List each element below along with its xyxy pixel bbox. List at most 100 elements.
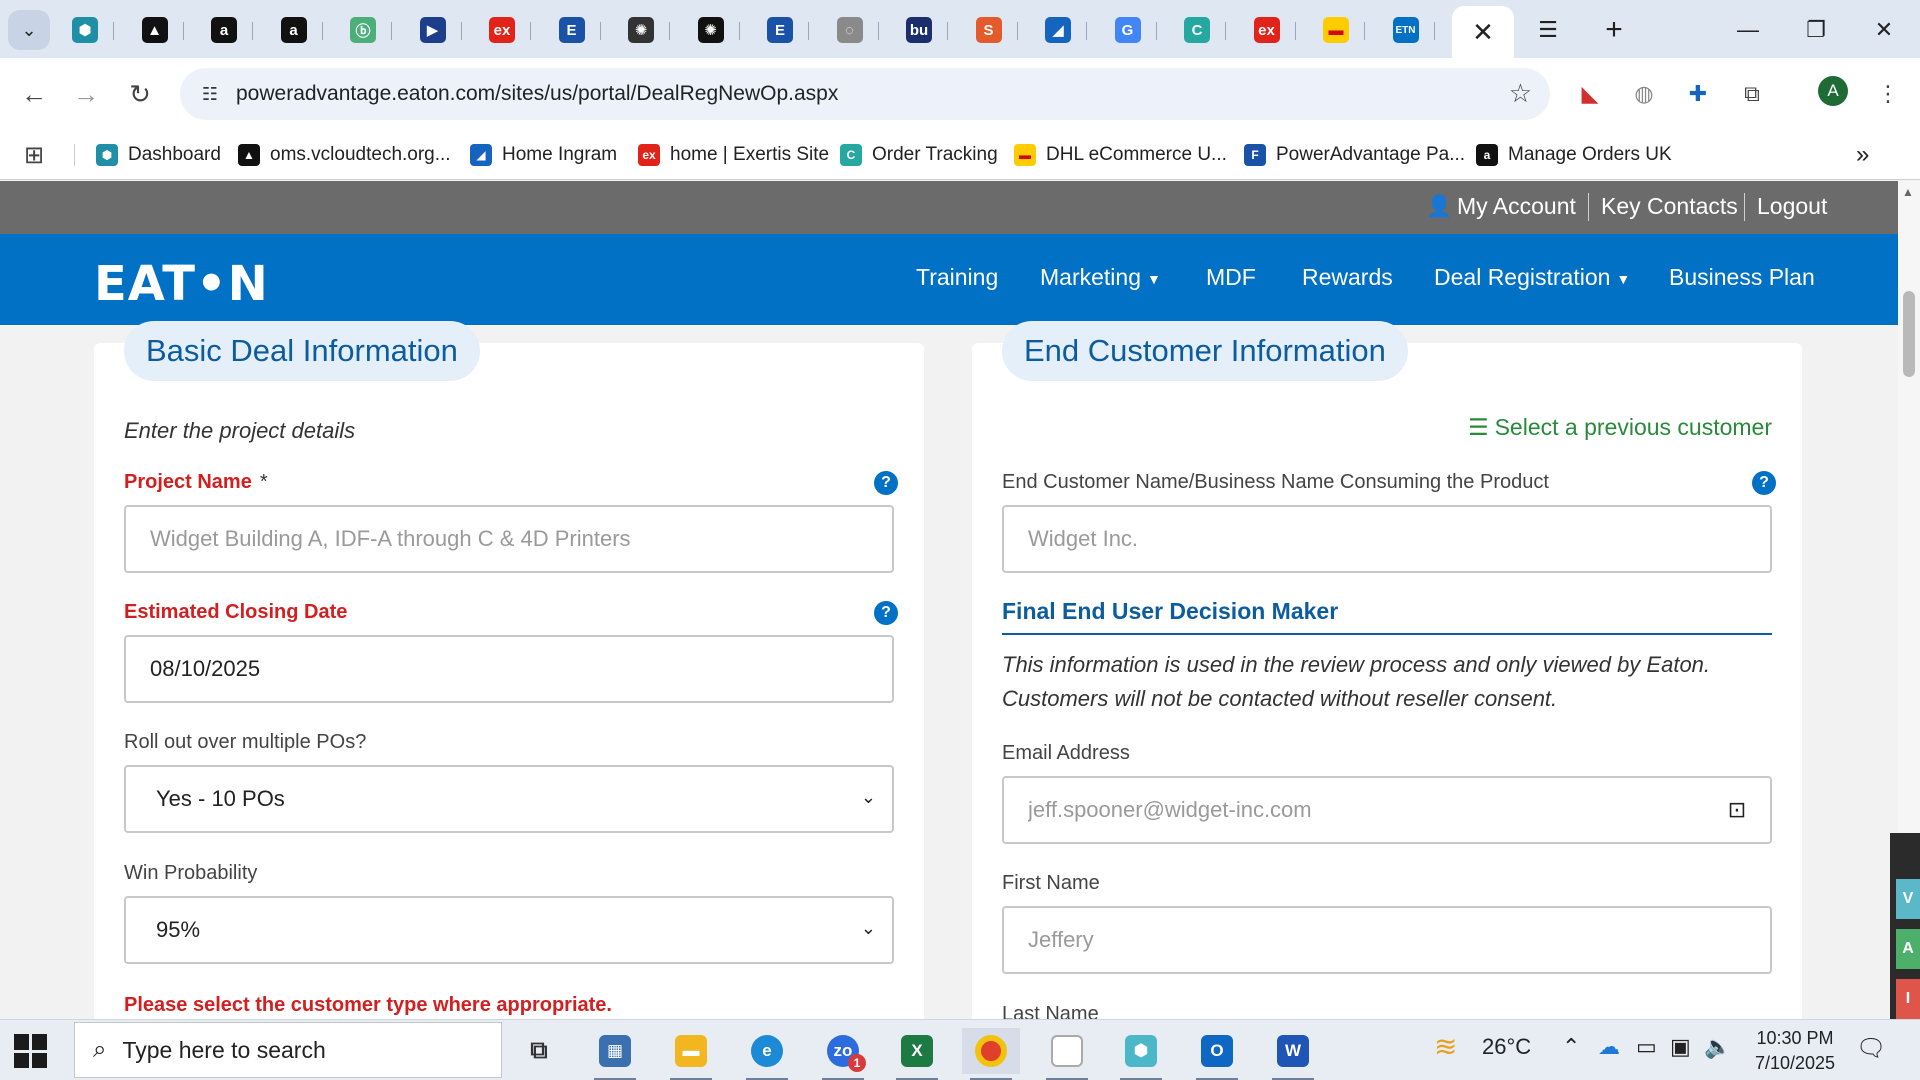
taskbar-search[interactable]: ⌕ Type here to search xyxy=(74,1022,502,1078)
first-name-input[interactable] xyxy=(1002,906,1772,974)
side-floating-tab[interactable]: A xyxy=(1896,929,1920,969)
win-probability-select[interactable]: 95% ⌄ xyxy=(124,896,894,964)
logout-link[interactable]: Logout xyxy=(1757,193,1827,220)
pinned-tab[interactable]: ex xyxy=(471,10,533,50)
pinned-tab[interactable]: bu xyxy=(888,10,950,50)
tab-list-button[interactable]: ☰ xyxy=(1518,8,1578,52)
face-scan-icon[interactable]: ⊡ xyxy=(1722,795,1752,825)
nav-mdf[interactable]: MDF xyxy=(1206,264,1256,291)
extensions-puzzle-icon[interactable]: ⧉ xyxy=(1732,74,1772,114)
pinned-tab[interactable]: ⓑ xyxy=(332,10,394,50)
chrome-app[interactable] xyxy=(962,1028,1020,1080)
key-contacts-link[interactable]: Key Contacts xyxy=(1601,193,1738,220)
pinned-tab[interactable]: G xyxy=(1097,10,1159,50)
excel-app[interactable]: X xyxy=(888,1028,946,1080)
pinned-tab[interactable]: E xyxy=(541,10,603,50)
word-app[interactable]: W xyxy=(1264,1028,1322,1080)
start-button[interactable] xyxy=(14,1034,48,1068)
scroll-up-icon[interactable]: ▲ xyxy=(1902,185,1914,199)
bookmark-item[interactable]: ▬ DHL eCommerce U... xyxy=(1014,138,1227,172)
pinned-tab[interactable]: ⬢ xyxy=(54,10,116,50)
notepad-app[interactable] xyxy=(1038,1028,1096,1080)
bookmark-item[interactable]: C Order Tracking xyxy=(840,138,998,172)
rollout-select[interactable]: Yes - 10 POs ⌄ xyxy=(124,765,894,833)
reload-button[interactable]: ↻ xyxy=(118,72,162,116)
closing-date-input[interactable] xyxy=(124,635,894,703)
network-icon[interactable]: ▣ xyxy=(1670,1034,1691,1060)
pinned-tab[interactable]: S xyxy=(958,10,1020,50)
pinned-tab[interactable]: ◌ xyxy=(819,10,881,50)
new-tab-button[interactable]: + xyxy=(1584,8,1644,52)
apps-button[interactable]: ⊞ xyxy=(24,138,44,172)
restore-button[interactable]: ❐ xyxy=(1786,8,1846,52)
pinned-tab[interactable]: ex xyxy=(1236,10,1298,50)
task-view-button[interactable]: ⧉ xyxy=(510,1028,568,1074)
nav-training[interactable]: Training xyxy=(916,264,998,291)
bookmark-item[interactable]: ⬢ Dashboard xyxy=(96,138,221,172)
bookmark-item[interactable]: ex home | Exertis Site xyxy=(638,138,829,172)
pinned-tab[interactable]: ▶ xyxy=(402,10,464,50)
forward-button[interactable]: → xyxy=(64,72,108,116)
bookmark-item[interactable]: ▲ oms.vcloudtech.org... xyxy=(238,138,451,172)
vpn-extension-icon[interactable]: ✚ xyxy=(1678,74,1718,114)
onedrive-icon[interactable]: ☁ xyxy=(1598,1034,1620,1060)
pinned-tab[interactable]: ✺ xyxy=(680,10,742,50)
bookmark-item[interactable]: F PowerAdvantage Pa... xyxy=(1244,138,1465,172)
active-tab[interactable]: ✕ xyxy=(1452,6,1514,58)
pdf-extension-icon[interactable]: ◣ xyxy=(1570,74,1610,114)
closing-date-help-icon[interactable]: ? xyxy=(874,601,898,625)
select-previous-customer-link[interactable]: ☰ Select a previous customer xyxy=(1468,414,1772,441)
pinned-tab[interactable]: ✺ xyxy=(610,10,672,50)
zoom-app[interactable]: zo 1 xyxy=(814,1028,872,1080)
weather-icon[interactable]: ≋ xyxy=(1434,1030,1457,1063)
volume-icon[interactable]: 🔈 xyxy=(1704,1034,1731,1060)
bookmarks-overflow-button[interactable]: » xyxy=(1856,138,1869,172)
hexagon-app[interactable]: ⬢ xyxy=(1112,1028,1170,1080)
end-customer-name-input[interactable] xyxy=(1002,505,1772,573)
pinned-tab[interactable]: ETN xyxy=(1375,10,1437,50)
my-account-link[interactable]: My Account xyxy=(1457,193,1576,220)
minimize-button[interactable]: — xyxy=(1718,8,1778,52)
outlook-app[interactable]: O xyxy=(1188,1028,1246,1080)
end-customer-help-icon[interactable]: ? xyxy=(1752,471,1776,495)
site-info-icon[interactable]: ☷ xyxy=(194,78,226,110)
close-tab-icon[interactable]: ✕ xyxy=(1472,17,1494,48)
url-text[interactable]: poweradvantage.eaton.com/sites/us/portal… xyxy=(236,82,838,106)
pinned-tab[interactable]: E xyxy=(749,10,811,50)
edge-app[interactable]: e xyxy=(738,1028,796,1080)
scrollbar-thumb[interactable] xyxy=(1903,291,1915,377)
globe-extension-icon[interactable]: ◍ xyxy=(1624,74,1664,114)
back-button[interactable]: ← xyxy=(12,72,56,116)
bookmark-item[interactable]: ◢ Home Ingram xyxy=(470,138,617,172)
nav-rewards[interactable]: Rewards xyxy=(1302,264,1393,291)
pinned-tab[interactable]: ◢ xyxy=(1027,10,1089,50)
battery-icon[interactable]: ▭ xyxy=(1636,1034,1657,1060)
nav-business-plan[interactable]: Business Plan xyxy=(1669,264,1815,291)
pinned-tab[interactable]: a xyxy=(263,10,325,50)
side-floating-tab[interactable]: I xyxy=(1896,979,1920,1019)
bookmark-item[interactable]: a Manage Orders UK xyxy=(1476,138,1672,172)
pinned-tab[interactable]: ▬ xyxy=(1305,10,1367,50)
tray-expand-icon[interactable]: ⌃ xyxy=(1562,1034,1580,1060)
system-clock[interactable]: 10:30 PM 7/10/2025 xyxy=(1740,1026,1850,1076)
file-explorer-app[interactable]: ▬ xyxy=(662,1028,720,1080)
side-floating-tab[interactable]: V xyxy=(1896,879,1920,919)
pinned-tab[interactable]: C xyxy=(1166,10,1228,50)
project-name-help-icon[interactable]: ? xyxy=(874,471,898,495)
close-window-button[interactable]: ✕ xyxy=(1854,8,1914,52)
email-input[interactable] xyxy=(1002,776,1772,844)
profile-avatar[interactable]: A xyxy=(1818,76,1848,106)
pinned-tab[interactable]: a xyxy=(193,10,255,50)
nav-marketing[interactable]: Marketing ▼ xyxy=(1040,264,1161,291)
tab-search-button[interactable]: ⌄ xyxy=(8,10,50,50)
nav-deal-registration[interactable]: Deal Registration ▼ xyxy=(1434,264,1630,291)
address-bar[interactable]: ☷ poweradvantage.eaton.com/sites/us/port… xyxy=(180,68,1550,120)
eaton-logo[interactable]: EAT•N xyxy=(94,256,269,312)
bookmark-star-icon[interactable]: ☆ xyxy=(1509,78,1532,109)
notifications-icon[interactable]: 🗨 xyxy=(1856,1034,1886,1063)
pinned-tab[interactable]: ▲ xyxy=(124,10,186,50)
project-name-input[interactable] xyxy=(124,505,894,573)
calculator-app[interactable]: ▦ xyxy=(586,1028,644,1080)
temperature-text[interactable]: 26°C xyxy=(1482,1034,1531,1060)
more-menu-icon[interactable]: ⋮ xyxy=(1868,74,1908,114)
